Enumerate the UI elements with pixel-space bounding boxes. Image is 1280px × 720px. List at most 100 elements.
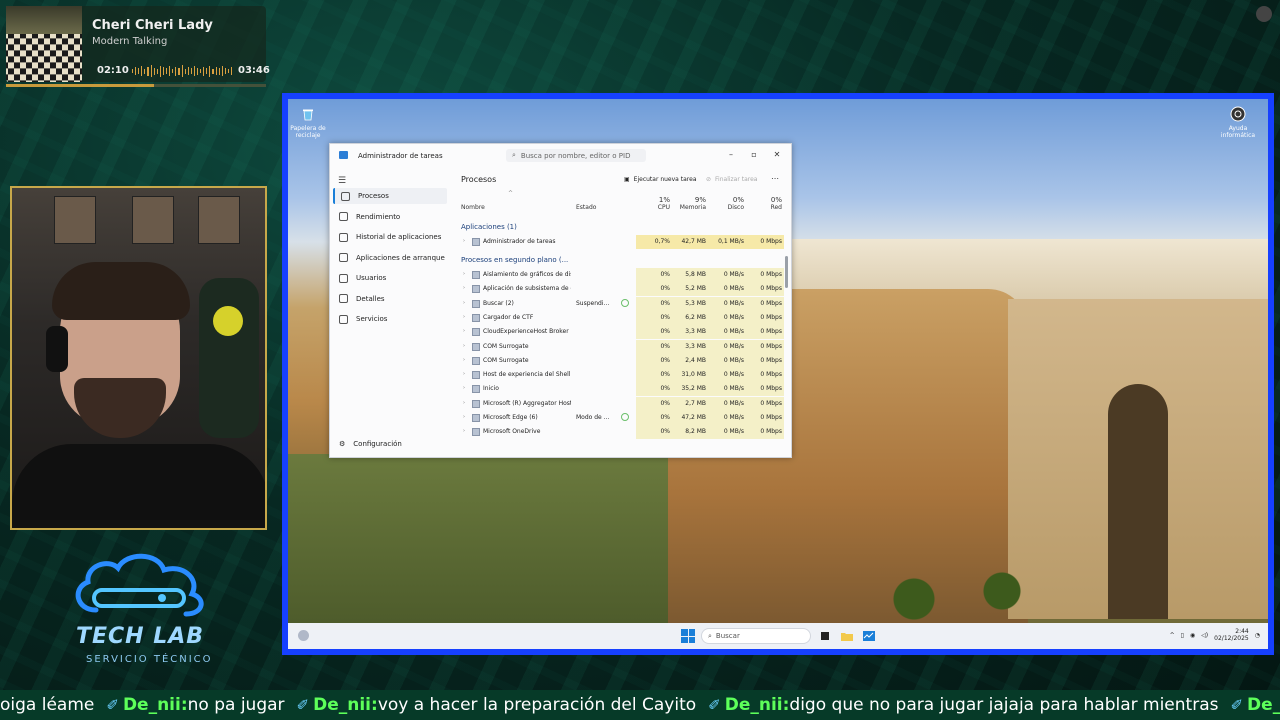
expand-chevron-icon[interactable]: › bbox=[463, 414, 465, 420]
scrollbar[interactable] bbox=[785, 256, 788, 288]
expand-chevron-icon[interactable]: › bbox=[463, 300, 465, 306]
process-cpu: 0% bbox=[636, 268, 672, 282]
sidebar-item-performance[interactable]: Rendimiento bbox=[333, 209, 447, 225]
expand-chevron-icon[interactable]: › bbox=[463, 271, 465, 277]
expand-chevron-icon[interactable]: › bbox=[463, 428, 465, 434]
table-row[interactable]: › CloudExperienceHost Broker 0% 3,3 MB 0 MB/… bbox=[456, 325, 790, 340]
close-button[interactable]: ✕ bbox=[768, 147, 786, 161]
sidebar-item-history[interactable]: Historial de aplicaciones bbox=[333, 229, 447, 245]
table-row[interactable]: › COM Surrogate 0% 2,4 MB 0 MB/s 0 Mbps bbox=[456, 353, 790, 368]
process-search-input[interactable]: ⌕ Busca por nombre, editor o PID bbox=[506, 149, 646, 162]
column-header-disk[interactable]: 0% Disco bbox=[706, 196, 744, 212]
usb-icon[interactable]: ▯ bbox=[1181, 632, 1184, 639]
taskbar-app-file-explorer[interactable] bbox=[839, 628, 855, 644]
table-row[interactable]: › Aislamiento de gráficos de dis... 0% 5,8 … bbox=[456, 268, 790, 282]
expand-chevron-icon[interactable]: › bbox=[463, 343, 465, 349]
waveform-bar bbox=[159, 65, 161, 77]
process-cpu: 0% bbox=[636, 396, 672, 411]
expand-chevron-icon[interactable]: › bbox=[463, 371, 465, 377]
table-row[interactable]: › Microsoft Edge (6) Modo de ... 0% 47,2 MB 0… bbox=[456, 411, 790, 425]
table-row[interactable]: › Microsoft OneDrive 0% 8,2 MB 0 MB/s 0 Mbps bbox=[456, 425, 790, 440]
column-header-status[interactable]: Estado bbox=[576, 204, 596, 212]
process-memory: 5,8 MB bbox=[670, 268, 708, 282]
process-memory: 2,7 MB bbox=[670, 396, 708, 411]
taskbar-app-task-manager[interactable] bbox=[861, 628, 877, 644]
table-row[interactable]: › Inicio 0% 35,2 MB 0 MB/s 0 Mbps bbox=[456, 382, 790, 397]
chat-message: digo que no para jugar jajaja para habla… bbox=[789, 695, 1219, 715]
sidebar-item-settings[interactable]: ⚙ Configuración bbox=[333, 436, 447, 452]
start-button[interactable] bbox=[681, 629, 695, 643]
sidebar-item-users[interactable]: Usuarios bbox=[333, 270, 447, 286]
process-icon bbox=[472, 371, 480, 380]
taskbar-search[interactable]: ⌕ Buscar bbox=[701, 628, 811, 644]
process-memory: 2,4 MB bbox=[670, 353, 708, 368]
expand-chevron-icon[interactable]: › bbox=[463, 385, 465, 391]
run-new-task-button[interactable]: ▣ Ejecutar nueva tarea bbox=[624, 176, 697, 183]
disk-label: Disco bbox=[727, 204, 744, 211]
title-bar[interactable]: Administrador de tareas ⌕ Busca por nomb… bbox=[330, 144, 791, 166]
expand-chevron-icon[interactable]: › bbox=[463, 285, 465, 291]
waveform-bar bbox=[218, 67, 220, 75]
waveform-bar bbox=[224, 68, 226, 74]
task-manager-window[interactable]: Administrador de tareas ⌕ Busca por nomb… bbox=[329, 143, 792, 458]
search-placeholder: Busca por nombre, editor o PID bbox=[520, 151, 631, 160]
folder-icon bbox=[841, 633, 853, 641]
chat-message: no pa jugar bbox=[187, 695, 285, 715]
desktop-icon-help[interactable]: Ayuda informática bbox=[1218, 105, 1258, 139]
table-row[interactable]: › Microsoft (R) Aggregator Host 0% 2,7 MB 0 … bbox=[456, 396, 790, 411]
process-icon bbox=[472, 299, 480, 308]
waveform-bar bbox=[178, 67, 180, 75]
column-header-network[interactable]: 0% Red bbox=[744, 196, 782, 212]
maximize-button[interactable]: ▫ bbox=[745, 147, 763, 161]
process-disk: 0 MB/s bbox=[706, 339, 746, 354]
chat-username: De_nii: bbox=[313, 695, 378, 715]
network-icon[interactable]: ◉ bbox=[1190, 632, 1195, 639]
waveform-bar bbox=[184, 68, 186, 74]
process-disk: 0 MB/s bbox=[706, 368, 746, 383]
column-header-name[interactable]: Nombre bbox=[461, 204, 485, 212]
more-options-icon[interactable]: ⋯ bbox=[771, 174, 779, 183]
process-disk: 0 MB/s bbox=[706, 425, 746, 440]
webcam-feed bbox=[10, 186, 267, 530]
music-widget: Cheri Cheri Lady Modern Talking 02:10 03… bbox=[6, 6, 270, 82]
page-title: Procesos bbox=[461, 175, 497, 184]
end-task-button[interactable]: ⊘ Finalizar tarea bbox=[706, 176, 757, 183]
chevron-up-icon[interactable]: ^ bbox=[1170, 632, 1175, 639]
waveform-bar bbox=[231, 67, 233, 75]
table-row[interactable]: › Buscar (2) Suspendi... 0% 5,3 MB 0 MB/s 0 Mb… bbox=[456, 296, 790, 311]
expand-chevron-icon[interactable]: › bbox=[463, 328, 465, 334]
table-row[interactable]: › COM Surrogate 0% 3,3 MB 0 MB/s 0 Mbps bbox=[456, 339, 790, 354]
table-row[interactable]: › Host de experiencia del Shell d... 0%31,… bbox=[456, 368, 790, 383]
table-row[interactable]: › Aplicación de subsistema de c... 0% 5,2 M… bbox=[456, 282, 790, 297]
services-icon bbox=[339, 314, 348, 324]
column-header-cpu[interactable]: 1% CPU bbox=[636, 196, 670, 212]
notification-bell-icon[interactable]: ◔ bbox=[1255, 632, 1260, 639]
process-name: COM Surrogate bbox=[483, 342, 529, 350]
waveform-bar bbox=[200, 69, 202, 73]
clock[interactable]: 2:44 02/12/2025 bbox=[1214, 628, 1249, 642]
sidebar-item-details[interactable]: Detalles bbox=[333, 291, 447, 307]
sidebar-item-services[interactable]: Servicios bbox=[333, 311, 447, 327]
sidebar-item-label: Servicios bbox=[356, 315, 388, 323]
expand-chevron-icon[interactable]: › bbox=[463, 314, 465, 320]
sidebar-item-startup[interactable]: Aplicaciones de arranque bbox=[333, 250, 447, 266]
waveform-bar bbox=[193, 66, 195, 76]
process-network: 0 Mbps bbox=[744, 310, 784, 325]
sidebar-item-processes[interactable]: Procesos bbox=[333, 188, 447, 204]
volume-icon[interactable]: ◁) bbox=[1201, 632, 1208, 639]
process-network: 0 Mbps bbox=[744, 396, 784, 411]
desktop-icon-recycle-bin[interactable]: Papelera de reciclaje bbox=[288, 105, 328, 139]
expand-chevron-icon[interactable]: › bbox=[463, 400, 465, 406]
column-header-memory[interactable]: 9% Memoria bbox=[670, 196, 706, 212]
table-row[interactable]: › Cargador de CTF 0% 6,2 MB 0 MB/s 0 Mbps bbox=[456, 310, 790, 325]
expand-chevron-icon[interactable]: › bbox=[463, 357, 465, 363]
chair-logo bbox=[213, 306, 243, 336]
disk-total: 0% bbox=[732, 196, 744, 204]
menu-hamburger-icon[interactable]: ☰ bbox=[338, 176, 346, 186]
taskbar-app-terminal[interactable] bbox=[817, 628, 833, 644]
expand-chevron-icon[interactable]: › bbox=[463, 238, 465, 244]
minimize-button[interactable]: – bbox=[722, 147, 740, 161]
group-header-background: Procesos en segundo plano (... bbox=[461, 256, 569, 264]
table-row[interactable]: › Administrador de tareas 0,7% 42,7 MB 0,1 M… bbox=[456, 235, 790, 249]
widgets-icon[interactable] bbox=[298, 630, 309, 641]
